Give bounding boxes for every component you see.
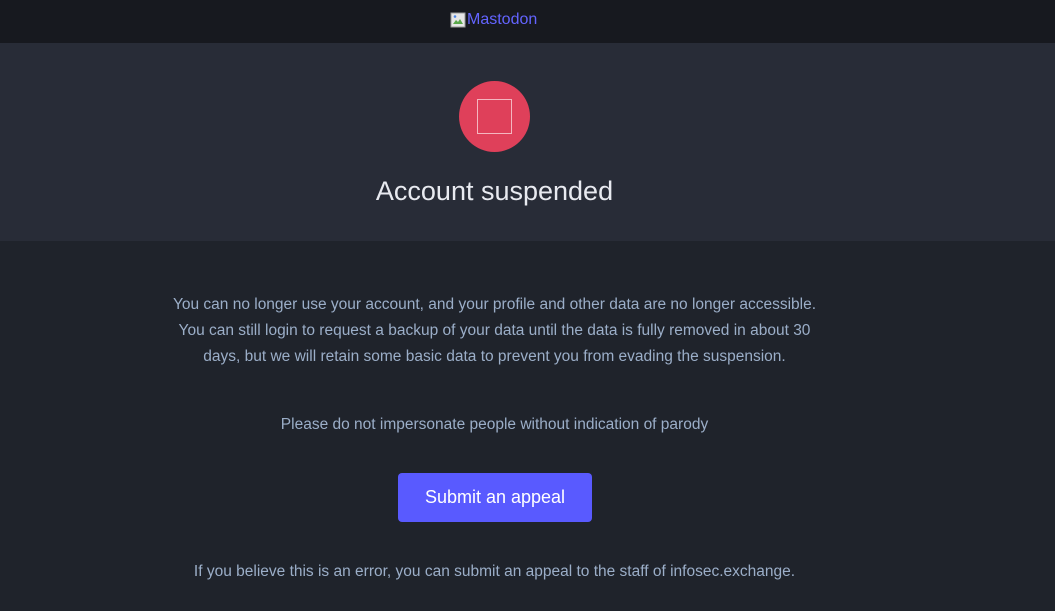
suspension-description: You can no longer use your account, and … bbox=[172, 296, 817, 365]
suspended-square-icon bbox=[459, 81, 530, 152]
square-glyph bbox=[477, 99, 512, 134]
suspension-reason: Please do not impersonate people without… bbox=[280, 416, 709, 433]
page-title: Account suspended bbox=[375, 176, 614, 206]
hero-section: Account suspended bbox=[0, 43, 1055, 241]
mastodon-logo-link[interactable]: Mastodon bbox=[450, 11, 537, 29]
appeal-info-note: If you believe this is an error, you can… bbox=[193, 563, 796, 580]
top-bar: Mastodon bbox=[0, 0, 1055, 43]
logo-alt-text: Mastodon bbox=[467, 11, 538, 28]
broken-image-icon bbox=[450, 12, 466, 28]
submit-appeal-button[interactable]: Submit an appeal bbox=[398, 473, 592, 522]
